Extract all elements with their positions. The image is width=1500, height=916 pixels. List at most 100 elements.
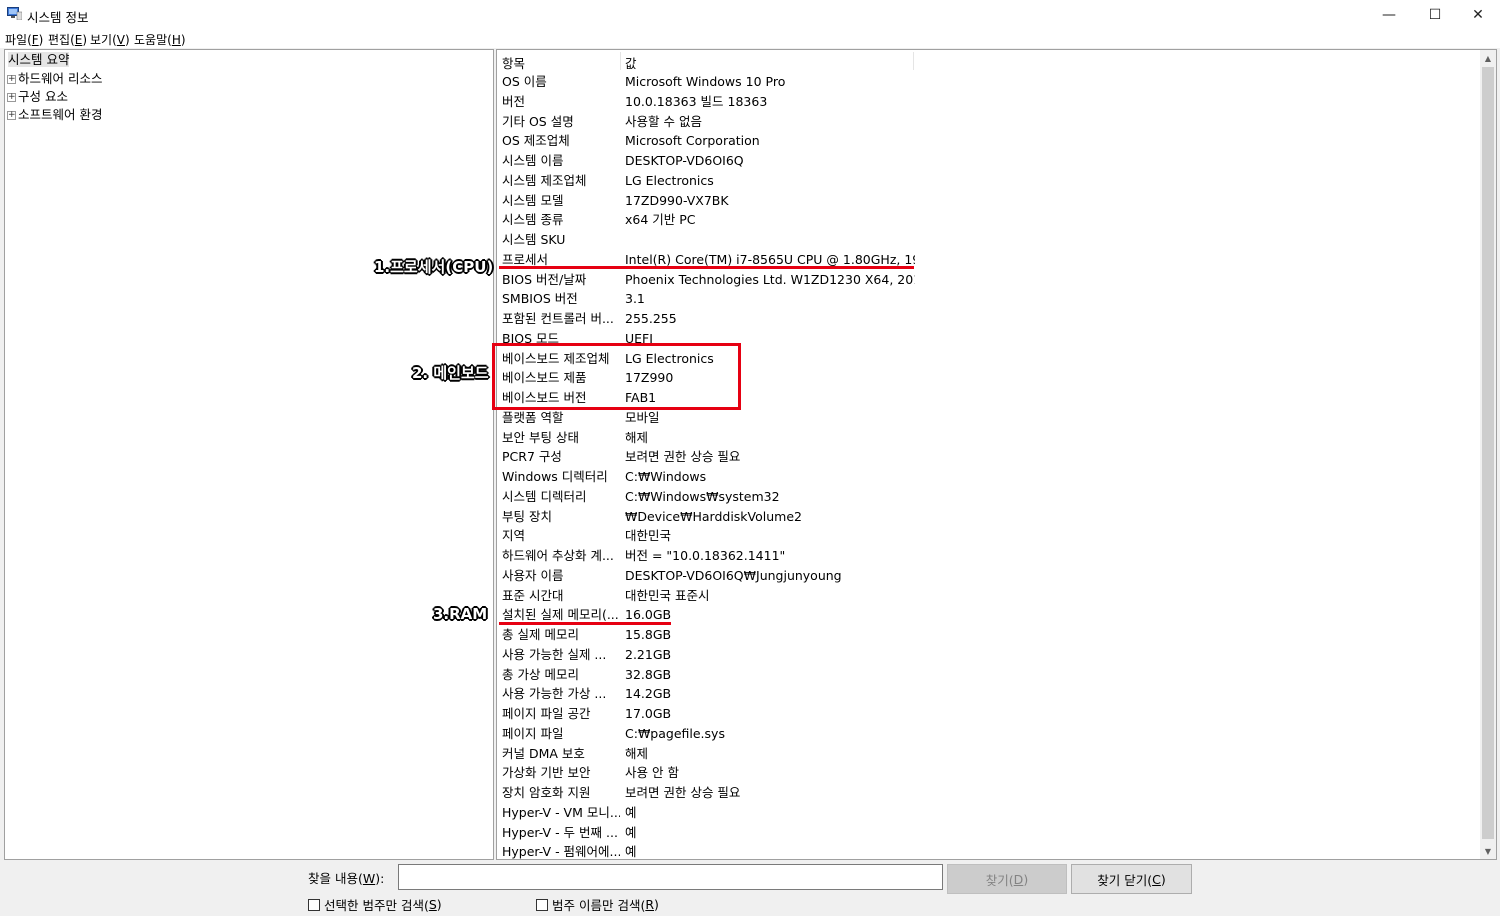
table-row[interactable]: 시스템 모델 17ZD990-VX7BK <box>497 191 1482 211</box>
search-input[interactable] <box>398 864 943 890</box>
table-row[interactable]: 지역 대한민국 <box>497 526 1482 546</box>
table-row[interactable]: 사용 가능한 가상 ... 14.2GB <box>497 684 1482 704</box>
table-row[interactable]: 사용 가능한 실제 ... 2.21GB <box>497 645 1482 665</box>
close-find-button[interactable]: 찾기 닫기(C) <box>1071 864 1192 894</box>
menu-edit[interactable]: 편집(E) <box>48 31 87 48</box>
tree-item-components[interactable]: + 구성 요소 <box>7 88 68 106</box>
row-value: 사용할 수 없음 <box>625 113 702 129</box>
row-item: 시스템 SKU <box>502 232 566 247</box>
close-icon: ✕ <box>1472 7 1484 23</box>
menu-help[interactable]: 도움말(H) <box>134 31 186 48</box>
find-button-key: D <box>1013 871 1024 887</box>
search-category-names-option[interactable]: 범주 이름만 검색(R) <box>536 895 659 914</box>
table-row[interactable]: 하드웨어 추상화 계... 버전 = "10.0.18362.1411" <box>497 546 1482 566</box>
list-header: 항목 값 <box>497 50 1482 72</box>
table-row[interactable]: 시스템 종류 x64 기반 PC <box>497 210 1482 230</box>
maximize-button[interactable]: ☐ <box>1412 0 1458 30</box>
menu-view-label: 보기( <box>90 33 117 47</box>
row-value: 모바일 <box>625 409 660 425</box>
column-header-item[interactable]: 항목 <box>502 53 525 72</box>
expand-icon[interactable]: + <box>7 111 16 120</box>
table-row[interactable]: 총 실제 메모리 15.8GB <box>497 625 1482 645</box>
row-value: 예 <box>625 804 637 820</box>
vertical-scrollbar[interactable]: ▲ ▼ <box>1480 50 1496 859</box>
menu-view[interactable]: 보기(V) <box>90 31 130 48</box>
tree-item-label: 소프트웨어 환경 <box>18 107 103 122</box>
row-value: 17ZD990-VX7BK <box>625 192 729 208</box>
expand-icon[interactable]: + <box>7 75 16 84</box>
table-row[interactable]: 보안 부팅 상태 해제 <box>497 428 1482 448</box>
search-selected-category-checkbox[interactable] <box>308 898 320 911</box>
row-item: SMBIOS 버전 <box>502 291 578 307</box>
row-item: OS 제조업체 <box>502 133 570 149</box>
tree-item-hardware-resources[interactable]: + 하드웨어 리소스 <box>7 70 102 88</box>
scroll-down-arrow-icon[interactable]: ▼ <box>1480 843 1496 859</box>
tree-item-software-environment[interactable]: + 소프트웨어 환경 <box>7 106 102 124</box>
row-item: PCR7 구성 <box>502 449 562 465</box>
row-value: Microsoft Windows 10 Pro <box>625 74 786 89</box>
table-row[interactable]: 시스템 디렉터리 C:₩Windows₩system32 <box>497 487 1482 507</box>
table-row[interactable]: 부팅 장치 ₩Device₩HarddiskVolume2 <box>497 507 1482 527</box>
column-header-value[interactable]: 값 <box>625 53 637 72</box>
table-row[interactable]: 장치 암호화 지원 보려면 권한 상승 필요 <box>497 783 1482 803</box>
menu-file[interactable]: 파일(F) <box>5 31 43 48</box>
row-value: 해제 <box>625 429 649 445</box>
title-bar: 시스템 정보 — ☐ ✕ <box>0 0 1500 30</box>
table-row[interactable]: 표준 시간대 대한민국 표준시 <box>497 586 1482 606</box>
table-row[interactable]: 사용자 이름 DESKTOP-VD6OI6Q₩Jungjunyoung <box>497 566 1482 586</box>
table-row[interactable]: 플랫폼 역할 모바일 <box>497 408 1482 428</box>
table-row[interactable]: 포함된 컨트롤러 버... 255.255 <box>497 309 1482 329</box>
table-row[interactable]: BIOS 버전/날짜 Phoenix Technologies Ltd. W1ZD… <box>497 270 1482 290</box>
row-value: 14.2GB <box>625 686 672 702</box>
table-row[interactable]: Hyper-V - VM 모니... 예 <box>497 803 1482 823</box>
row-item: 시스템 이름 <box>502 153 564 168</box>
tree-item-system-summary[interactable]: 시스템 요약 <box>8 51 70 69</box>
column-separator[interactable] <box>620 52 621 70</box>
table-row[interactable]: 시스템 SKU <box>497 230 1482 250</box>
row-value: DESKTOP-VD6OI6Q₩Jungjunyoung <box>625 567 842 583</box>
checkbox-label-key: S <box>428 897 437 912</box>
table-row[interactable]: 커널 DMA 보호 해제 <box>497 744 1482 764</box>
expand-icon[interactable]: + <box>7 93 16 102</box>
row-item: 시스템 디렉터리 <box>502 488 587 504</box>
search-category-names-checkbox[interactable] <box>536 898 548 911</box>
table-row[interactable]: Hyper-V - 펌웨어에... 예 <box>497 842 1482 859</box>
table-row[interactable]: SMBIOS 버전 3.1 <box>497 289 1482 309</box>
tree-item-label: 구성 요소 <box>18 89 68 104</box>
search-label-key: W <box>362 871 376 886</box>
table-row[interactable]: 기타 OS 설명 사용할 수 없음 <box>497 112 1482 132</box>
details-list[interactable]: 항목 값 OS 이름 Microsoft Windows 10 Pro 버전 10.0… <box>496 49 1497 860</box>
find-button[interactable]: 찾기(D) <box>947 864 1067 894</box>
scroll-up-arrow-icon[interactable]: ▲ <box>1480 50 1496 66</box>
table-row[interactable]: Hyper-V - 두 번째 ... 예 <box>497 823 1482 843</box>
table-row[interactable]: PCR7 구성 보려면 권한 상승 필요 <box>497 447 1482 467</box>
table-row[interactable]: 시스템 제조업체 LG Electronics <box>497 171 1482 191</box>
row-item: 가상화 기반 보안 <box>502 765 591 781</box>
row-value: 32.8GB <box>625 666 672 682</box>
row-item: 지역 <box>502 528 526 544</box>
row-value: x64 기반 PC <box>625 212 696 228</box>
minimize-button[interactable]: — <box>1366 0 1412 30</box>
table-row[interactable]: 페이지 파일 공간 17.0GB <box>497 704 1482 724</box>
search-selected-category-option[interactable]: 선택한 범주만 검색(S) <box>308 895 442 914</box>
search-label-text: 찾을 내용( <box>308 871 363 886</box>
table-row[interactable]: 가상화 기반 보안 사용 안 함 <box>497 763 1482 783</box>
menu-help-end: ) <box>180 33 186 47</box>
menu-help-key: H <box>171 33 181 47</box>
scroll-thumb[interactable] <box>1482 67 1494 839</box>
table-row[interactable]: OS 이름 Microsoft Windows 10 Pro <box>497 72 1482 92</box>
close-button[interactable]: ✕ <box>1455 0 1500 30</box>
table-row[interactable]: Windows 디렉터리 C:₩Windows <box>497 467 1482 487</box>
category-tree[interactable]: 시스템 요약 + 하드웨어 리소스 + 구성 요소 + 소프트웨어 환경 <box>4 49 494 860</box>
table-row[interactable]: 시스템 이름 DESKTOP-VD6OI6Q <box>497 151 1482 171</box>
table-row[interactable]: 페이지 파일 C:₩pagefile.sys <box>497 724 1482 744</box>
table-row[interactable]: 총 가상 메모리 32.8GB <box>497 665 1482 685</box>
close-find-button-label: 찾기 닫기( <box>1097 872 1153 888</box>
table-row[interactable]: OS 제조업체 Microsoft Corporation <box>497 131 1482 151</box>
column-separator[interactable] <box>913 52 914 70</box>
row-item: 포함된 컨트롤러 버... <box>502 311 614 326</box>
menu-view-key: V <box>116 33 125 47</box>
annotation-label-cpu: 1.프로세서(CPU) <box>374 258 494 276</box>
table-row[interactable]: 버전 10.0.18363 빌드 18363 <box>497 92 1482 112</box>
row-value: 보려면 권한 상승 필요 <box>625 449 741 465</box>
